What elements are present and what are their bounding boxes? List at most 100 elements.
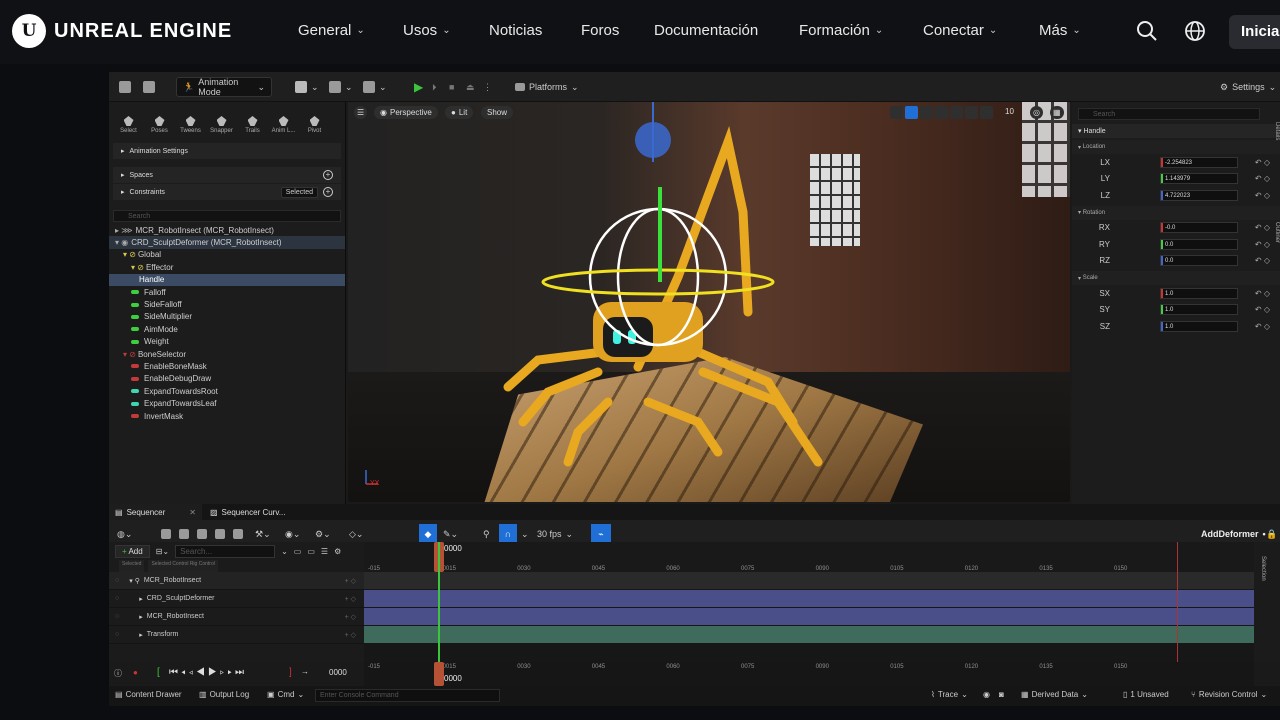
constraints-section[interactable]: Constraints Selected + [113, 184, 341, 200]
anim-tool-button[interactable]: Poses [144, 116, 175, 138]
expand-icon[interactable]: ▾ ⚲ [129, 577, 140, 585]
selection-tab[interactable]: Selection [1260, 556, 1266, 581]
add-key-icon[interactable]: + ◇ [345, 595, 356, 603]
nav-item[interactable]: Foros [581, 22, 619, 39]
rig-tree-item[interactable]: Weight [109, 336, 345, 348]
details-search-input[interactable]: Search [1078, 108, 1260, 120]
lock-icon[interactable]: 🔒 [1266, 524, 1277, 544]
maximize-viewport-icon[interactable]: ▦ [1050, 106, 1064, 119]
tab-sequencer-curves[interactable]: ▨ Sequencer Curv... [203, 504, 292, 520]
info-icon[interactable]: ⓘ [114, 668, 122, 679]
brush-icon[interactable]: ✎⌄ [443, 524, 458, 544]
rig-tree-item[interactable]: ExpandTowardsLeaf [109, 397, 345, 409]
rig-tree-item[interactable]: Handle [109, 273, 345, 286]
tab-sequencer[interactable]: ▤ Sequencer ✕ [109, 504, 202, 520]
spaces-section[interactable]: Spaces + [113, 167, 341, 183]
playback-options-icon[interactable]: ⚙⌄ [315, 524, 331, 544]
track-row[interactable]: ○ ▾ ⚲ MCR_RobotInsect + ◇ [109, 572, 364, 590]
rig-tree-item[interactable]: AimMode [109, 323, 345, 335]
revision-control-dropdown[interactable]: ⑂ Revision Control ⌄ [1191, 690, 1267, 699]
current-frame-field[interactable]: 0000 [329, 668, 347, 677]
content-browser-icon[interactable] [143, 77, 155, 97]
rig-tree-item[interactable]: ExpandTowardsRoot [109, 385, 345, 397]
add-space-icon[interactable]: + [323, 170, 333, 180]
find-asset-icon[interactable] [179, 524, 189, 544]
console-input[interactable]: Enter Console Command [315, 689, 500, 702]
move-tool-icon[interactable] [905, 106, 918, 119]
filter-chip[interactable]: Selected [119, 560, 145, 572]
expand-icon[interactable]: ▸ [139, 613, 143, 621]
record-status-icon[interactable]: ◉ [983, 690, 990, 699]
settings-button[interactable]: ⚙ Settings ⌄ [1220, 77, 1276, 97]
anim-tool-button[interactable]: Select [113, 116, 144, 138]
track-row[interactable]: ○ ▸ Transform + ◇ [109, 626, 364, 644]
globe-icon[interactable] [1184, 20, 1206, 42]
cinematics-icon[interactable]: ⌄ [363, 77, 387, 97]
more-options-icon[interactable]: ⋮ [483, 77, 492, 97]
record-icon[interactable]: ● [133, 668, 138, 677]
nav-item[interactable]: General ⌄ [298, 22, 365, 39]
rotate-tool-icon[interactable] [920, 106, 933, 119]
grid-snap-value[interactable]: 10 [1005, 107, 1014, 116]
expand-icon[interactable]: ▸ [139, 595, 143, 603]
viewport-menu-icon[interactable]: ☰ [354, 106, 368, 119]
perspective-button[interactable]: ◉ Perspective [374, 106, 438, 119]
rotation-section[interactable]: ▾ Rotation [1072, 205, 1280, 220]
anim-tool-button[interactable]: Snapper [206, 116, 237, 138]
output-log-button[interactable]: ▥ Output Log [199, 690, 249, 699]
select-tool-icon[interactable] [890, 106, 903, 119]
expand-icon[interactable]: ▸ [139, 631, 143, 639]
hierarchy-icon[interactable] [233, 524, 243, 544]
eject-icon[interactable]: ⏏ [466, 77, 475, 97]
reset-key-icon[interactable]: ↶ ◇ [1255, 240, 1270, 249]
bottom-time-ruler[interactable]: -015 0015 0030 0045 0060 0075 0090 0105 0120 0135… [364, 662, 1254, 686]
numeric-input[interactable]: 1.0 [1160, 320, 1238, 332]
rig-tree-item[interactable]: EnableDebugDraw [109, 373, 345, 385]
nav-item[interactable]: Documentación [654, 22, 758, 39]
auto-key-icon[interactable]: ◆ [419, 524, 437, 544]
chevron-down-icon[interactable]: ⌄ [281, 547, 288, 556]
track-band[interactable] [364, 608, 1254, 625]
key-icon[interactable]: ◇⌄ [349, 524, 363, 544]
nav-item[interactable]: Formación ⌄ [799, 22, 883, 39]
nav-item[interactable]: Más ⌄ [1039, 22, 1081, 39]
trace-dropdown[interactable]: ⌇ Trace ⌄ [931, 690, 968, 699]
show-button[interactable]: Show [481, 106, 514, 119]
end-range-marker[interactable] [1177, 542, 1178, 662]
bottom-playhead-handle[interactable] [434, 662, 444, 686]
level-viewport[interactable]: YX ☰ ◉ Perspective ● Lit Show 10 ◎ ▦ [348, 102, 1070, 502]
surface-snap-icon[interactable] [965, 106, 978, 119]
mode-dropdown[interactable]: 🏃 Animation Mode ⌄ [176, 77, 272, 97]
playback-controls[interactable]: ⏮◂◃◀▶▹▸⏭ [169, 667, 247, 678]
animation-settings-section[interactable]: Animation Settings [113, 143, 341, 159]
filter-chip[interactable]: Selected Control Rig Control [148, 560, 218, 572]
platforms-button[interactable]: Platforms ⌄ [515, 77, 579, 97]
filter-icon[interactable]: ⊟⌄ [156, 547, 169, 556]
numeric-input[interactable]: -2.254823 [1160, 156, 1238, 168]
reset-key-icon[interactable]: ↶ ◇ [1255, 256, 1270, 265]
rig-tree-item[interactable]: SideMultiplier [109, 311, 345, 323]
magnet-snap-icon[interactable]: ∩ [499, 524, 517, 544]
numeric-input[interactable]: 1.0 [1160, 304, 1238, 316]
anim-tool-button[interactable]: Tweens [175, 116, 206, 138]
clapper-icon[interactable] [215, 524, 225, 544]
reset-key-icon[interactable]: ↶ ◇ [1255, 158, 1270, 167]
sequence-name[interactable]: AddDeformer • [1201, 524, 1266, 544]
fps-dropdown[interactable]: 30 fps ⌄ [537, 524, 573, 544]
render-movie-icon[interactable] [197, 524, 207, 544]
search-icon[interactable] [1136, 20, 1158, 42]
numeric-input[interactable]: 0.0 [1160, 255, 1238, 267]
scale-section[interactable]: ▾ Scale [1072, 271, 1280, 285]
scale-tool-icon[interactable] [935, 106, 948, 119]
track-row[interactable]: ○ ▸ CRD_SculptDeformer + ◇ [109, 590, 364, 608]
wrench-icon[interactable]: ⚒⌄ [255, 524, 271, 544]
numeric-input[interactable]: 1.143979 [1160, 173, 1238, 185]
save-icon[interactable] [119, 77, 131, 97]
time-ruler[interactable]: -015 0015 0030 0045 0060 0075 0090 0105 0120 0135… [364, 542, 1254, 572]
start-button[interactable]: Inicia [1229, 15, 1280, 49]
world-space-icon[interactable] [950, 106, 963, 119]
collapse-icon[interactable]: ▭ [294, 547, 302, 556]
handle-section[interactable]: ▾ Handle [1072, 124, 1280, 138]
add-key-icon[interactable]: + ◇ [345, 631, 356, 639]
settings-icon[interactable]: ⚙ [334, 547, 341, 556]
